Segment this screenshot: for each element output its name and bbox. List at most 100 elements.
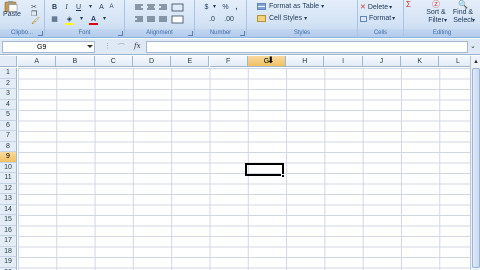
format-icon [360, 15, 367, 22]
find-select-button[interactable]: 🔍 Find & Select ▾ [450, 0, 476, 25]
insert-function-button[interactable]: fx [134, 41, 141, 52]
editing-group: Σ Ⓩ Sort & Filter ▾ 🔍 Find & Select ▾ Ed… [404, 0, 480, 38]
formula-bar-divider-icon: ⌒ [118, 44, 125, 51]
alignment-group-label: Alignment [125, 29, 194, 37]
grow-font-button[interactable]: A [97, 3, 106, 12]
row-header-8[interactable]: 8 [0, 141, 17, 152]
styles-group-label: Styles [247, 29, 357, 37]
select-all-button[interactable] [0, 56, 17, 67]
row-header-7[interactable]: 7 [0, 131, 17, 142]
row-header-16[interactable]: 16 [0, 225, 17, 236]
formula-bar: G9 ⋮ ⌒ fx ⌄ [0, 39, 480, 55]
fill-color-swatch [65, 23, 74, 25]
row-header-19[interactable]: 19 [0, 257, 17, 268]
paste-button[interactable]: Paste [1, 11, 23, 18]
column-header-l[interactable]: L [439, 56, 470, 67]
row-header-1[interactable]: 1 [0, 68, 17, 79]
row-header-13[interactable]: 13 [0, 194, 17, 205]
delete-button[interactable]: ✕ Delete ▾ [360, 3, 392, 12]
delete-label: Delete [367, 3, 389, 11]
cell-area[interactable] [18, 68, 470, 270]
format-as-table-dropdown-icon: ▾ [321, 4, 325, 10]
clipboard-dialog-launcher[interactable] [38, 31, 43, 36]
row-header-2[interactable]: 2 [0, 78, 17, 89]
column-header-i[interactable]: I [324, 56, 363, 67]
row-header-17[interactable]: 17 [0, 236, 17, 247]
alignment-dialog-launcher[interactable] [188, 31, 193, 36]
find-select-label: Find & [452, 9, 474, 16]
sort-filter-button[interactable]: Ⓩ Sort & Filter ▾ [424, 0, 448, 25]
row-header-4[interactable]: 4 [0, 99, 17, 110]
font-color-dropdown-icon[interactable]: ▾ [100, 15, 109, 24]
format-as-table-button[interactable]: Format as Table ▾ [257, 3, 324, 10]
cell-styles-dropdown-icon: ▾ [304, 16, 308, 22]
row-header-15[interactable]: 15 [0, 215, 17, 226]
number-group-label: Number [195, 29, 246, 37]
cells-group: ✕ Delete ▾ Format ▾ Cells [358, 0, 404, 38]
underline-button[interactable]: U [74, 3, 83, 12]
scroll-up-icon[interactable]: ▲ [472, 57, 480, 67]
column-header-f[interactable]: F [209, 56, 248, 67]
row-header-11[interactable]: 11 [0, 173, 17, 184]
name-box[interactable]: G9 [2, 41, 95, 53]
expand-formula-bar-icon[interactable]: ⌄ [470, 42, 476, 50]
row-header-12[interactable]: 12 [0, 183, 17, 194]
formula-input[interactable] [146, 41, 468, 53]
find-select-icon: 🔍 [458, 0, 468, 9]
sort-filter-label: Sort & [426, 9, 446, 16]
font-dialog-launcher[interactable] [118, 31, 123, 36]
increase-decimal-button[interactable]: .0 [205, 15, 219, 24]
italic-button[interactable]: I [62, 3, 71, 12]
row-header-10[interactable]: 10 [0, 162, 17, 173]
bold-button[interactable]: B [50, 3, 59, 12]
vertical-scroll-thumb[interactable] [472, 68, 480, 268]
row-header-14[interactable]: 14 [0, 204, 17, 215]
column-header-k[interactable]: K [401, 56, 440, 67]
currency-dropdown-icon[interactable]: ▾ [210, 3, 219, 12]
percent-button[interactable]: % [221, 3, 230, 12]
column-header-c[interactable]: C [94, 56, 133, 67]
vertical-scrollbar[interactable]: ▲ [470, 56, 480, 270]
editing-group-label: Editing [404, 29, 480, 37]
row-header-18[interactable]: 18 [0, 246, 17, 257]
number-group: $ ▾ % , .0 .00 Number [195, 0, 247, 38]
cell-styles-icon [257, 15, 266, 22]
sort-filter-icon: Ⓩ [432, 0, 440, 9]
column-header-a[interactable]: A [18, 56, 57, 67]
styles-group: Format as Table ▾ Cell Styles ▾ Styles [247, 0, 358, 38]
alignment-buttons[interactable] [134, 3, 186, 25]
cell-styles-button[interactable]: Cell Styles ▾ [257, 15, 307, 22]
column-header-j[interactable]: J [362, 56, 401, 67]
underline-dropdown-icon[interactable]: ▾ [86, 3, 95, 12]
number-dialog-launcher[interactable] [240, 31, 245, 36]
ribbon: Paste ✂ ❐ 🖌 Clipbo... B I U ▾ A A ▦ ◈ ▾ … [0, 0, 480, 38]
active-cell-g9[interactable] [245, 163, 284, 176]
decrease-decimal-button[interactable]: .00 [222, 15, 236, 24]
column-header-d[interactable]: D [132, 56, 172, 67]
find-select-dropdown-icon: ▾ [472, 18, 476, 24]
column-header-e[interactable]: E [171, 56, 210, 67]
delete-icon: ✕ [360, 4, 366, 11]
format-painter-icon[interactable]: 🖌 [31, 17, 40, 25]
format-as-table-icon [257, 3, 266, 10]
sum-icon[interactable]: Σ [406, 0, 411, 9]
borders-icon[interactable]: ▦ [50, 15, 59, 24]
fill-color-dropdown-icon[interactable]: ▾ [77, 15, 86, 24]
row-header-5[interactable]: 5 [0, 110, 17, 121]
font-group: B I U ▾ A A ▦ ◈ ▾ A ▾ Font [45, 0, 125, 38]
column-select-cursor-icon: ⬇ [267, 55, 275, 65]
comma-button[interactable]: , [232, 3, 241, 12]
column-header-h[interactable]: H [286, 56, 325, 67]
format-button[interactable]: Format ▾ [360, 15, 395, 22]
clipboard-group: Paste ✂ ❐ 🖌 Clipbo... [0, 0, 45, 38]
shrink-font-button[interactable]: A [107, 3, 116, 12]
font-group-label: Font [45, 29, 124, 37]
column-header-b[interactable]: B [56, 56, 95, 67]
row-header-3[interactable]: 3 [0, 89, 17, 100]
row-header-6[interactable]: 6 [0, 120, 17, 131]
name-box-dropdown-icon[interactable] [87, 45, 93, 48]
fill-handle[interactable] [281, 174, 285, 178]
cell-styles-label: Cell Styles [269, 15, 303, 22]
formula-bar-grip-icon: ⋮ [104, 43, 111, 50]
row-header-9[interactable]: 9 [0, 152, 17, 163]
